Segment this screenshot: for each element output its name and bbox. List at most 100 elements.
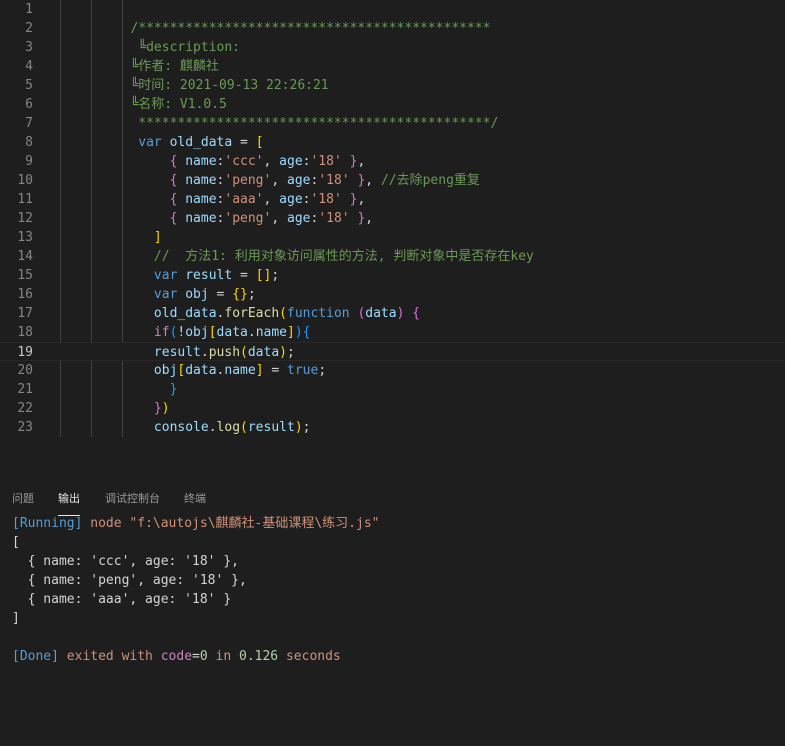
line-number: 5	[25, 78, 33, 93]
code-line[interactable]: 23 console.log(result);	[0, 418, 785, 437]
code-token: .	[200, 345, 209, 360]
line-code: { name:'peng', age:'18' },	[60, 209, 374, 228]
code-line[interactable]: 3 ╚description:	[0, 38, 785, 57]
code-token: var	[153, 268, 178, 283]
line-number: 15	[17, 268, 33, 283]
line-code: ]	[60, 228, 162, 247]
output-token: 0.126	[239, 649, 279, 664]
code-line[interactable]: 17 old_data.forEach(function (data) {	[0, 304, 785, 323]
code-token: age	[287, 173, 311, 188]
code-line[interactable]: 5 ╚时间: 2021-09-13 22:26:21	[0, 76, 785, 95]
code-line[interactable]: 8 var old_data = [	[0, 133, 785, 152]
line-code: var result = [];	[60, 266, 279, 285]
code-token: obj	[153, 363, 178, 378]
output-token: [Done]	[12, 649, 59, 664]
code-line[interactable]: 16 var obj = {};	[0, 285, 785, 304]
code-token: )	[294, 325, 303, 340]
code-line[interactable]: 12 { name:'peng', age:'18' },	[0, 209, 785, 228]
code-token: ]	[287, 325, 295, 340]
code-token: ****************************************…	[60, 116, 499, 131]
output-panel: 问题 输出 调试控制台 终端 [Running] node "f:\autojs…	[0, 480, 785, 746]
line-number: 14	[17, 249, 33, 264]
code-token: old_data	[153, 306, 217, 321]
line-number: 21	[17, 382, 33, 397]
output-line: { name: 'aaa', age: '18' }	[12, 590, 232, 609]
code-editor[interactable]: 12 /************************************…	[0, 0, 785, 446]
code-line[interactable]: 18 if(!obj[data.name]){	[0, 323, 785, 342]
code-token: obj	[185, 287, 209, 302]
output-token: { name: 'peng', age: '18' },	[12, 573, 247, 588]
code-token: (	[240, 345, 248, 360]
code-token: result	[153, 345, 201, 360]
tab-output[interactable]: 输出	[58, 489, 80, 516]
code-line[interactable]: 11 { name:'aaa', age:'18' },	[0, 190, 785, 209]
line-code: console.log(result);	[60, 418, 311, 437]
code-line[interactable]: 22 })	[0, 399, 785, 418]
code-token: ,	[271, 211, 287, 226]
output-token: [Running]	[12, 516, 83, 531]
code-token: name	[185, 154, 217, 169]
line-number: 18	[17, 325, 33, 340]
line-code: obj[data.name] = true;	[60, 361, 326, 380]
line-number: 16	[17, 287, 33, 302]
code-line[interactable]: 4 ╚作者: 麒麟社	[0, 57, 785, 76]
output-line: [	[12, 533, 20, 552]
code-token: true	[287, 363, 319, 378]
code-line[interactable]: 6 ╚名称: V1.0.5	[0, 95, 785, 114]
code-line[interactable]: 9 { name:'ccc', age:'18' },	[0, 152, 785, 171]
code-line[interactable]: 1	[0, 0, 785, 19]
code-token: }	[169, 382, 178, 397]
code-token: name	[185, 211, 217, 226]
code-line[interactable]: 14 // 方法1: 利用对象访问属性的方法, 判断对象中是否存在key	[0, 247, 785, 266]
line-number: 7	[25, 116, 33, 131]
output-token: =	[192, 649, 200, 664]
tab-debug-console[interactable]: 调试控制台	[105, 489, 160, 515]
code-token: 'ccc'	[224, 154, 264, 169]
tab-terminal[interactable]: 终端	[184, 489, 206, 515]
line-number: 6	[25, 97, 33, 112]
line-number: 2	[25, 21, 33, 36]
code-token: old_data	[169, 135, 233, 150]
line-code: { name:'ccc', age:'18' },	[60, 152, 366, 171]
line-number: 11	[17, 192, 33, 207]
code-token: ;	[302, 420, 311, 435]
code-token: [	[208, 325, 217, 340]
code-line[interactable]: 10 { name:'peng', age:'18' }, //去除peng重复	[0, 171, 785, 190]
line-number: 3	[25, 40, 33, 55]
code-token: ╚名称: V1.0.5	[60, 97, 227, 112]
tab-problems[interactable]: 问题	[12, 489, 34, 515]
code-line[interactable]: 7 **************************************…	[0, 114, 785, 133]
code-token: '18'	[310, 154, 342, 169]
code-token: ;	[287, 345, 295, 360]
code-line[interactable]: 20 obj[data.name] = true;	[0, 361, 785, 380]
line-number: 19	[17, 345, 33, 360]
code-line[interactable]: 21 }	[0, 380, 785, 399]
code-token: ;	[318, 363, 327, 378]
line-code: /***************************************…	[60, 19, 490, 38]
line-code: var obj = {};	[60, 285, 256, 304]
output-token: in	[207, 649, 239, 664]
code-line[interactable]: 2 /*************************************…	[0, 19, 785, 38]
code-token: name	[255, 325, 287, 340]
code-line[interactable]: 19 result.push(data);	[0, 342, 785, 361]
code-token: =	[232, 135, 256, 150]
code-token: {}	[232, 287, 248, 302]
code-line[interactable]: 13 ]	[0, 228, 785, 247]
code-token: push	[208, 345, 241, 360]
code-token: data	[365, 306, 397, 321]
code-token: age	[287, 211, 311, 226]
code-token: var	[153, 287, 178, 302]
code-line[interactable]: 15 var result = [];	[0, 266, 785, 285]
line-code: old_data.forEach(function (data) {	[60, 304, 420, 323]
code-token: age	[279, 192, 303, 207]
line-number: 23	[17, 420, 33, 435]
code-token: {	[412, 306, 421, 321]
